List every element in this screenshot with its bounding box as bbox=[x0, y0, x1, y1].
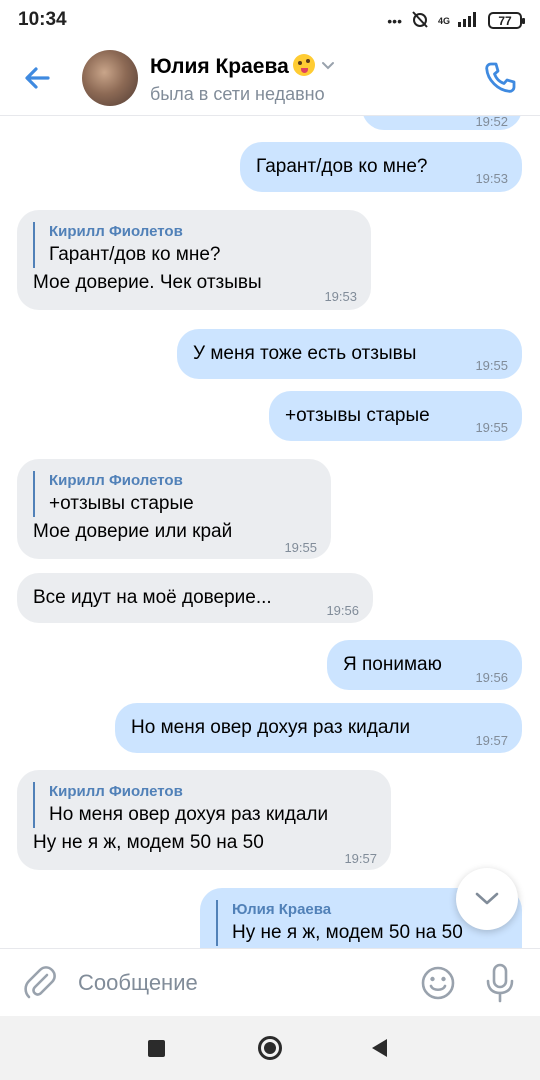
message-composer bbox=[0, 948, 540, 1016]
message-time: 19:57 bbox=[344, 851, 377, 866]
chevron-down-icon bbox=[321, 58, 335, 74]
system-nav-bar bbox=[0, 1016, 540, 1080]
message-time: 19:55 bbox=[475, 420, 508, 435]
call-button[interactable] bbox=[480, 58, 520, 98]
contact-status: была в сети недавно bbox=[150, 84, 325, 104]
reply-text: +отзывы старые bbox=[49, 493, 194, 514]
dots-icon: ••• bbox=[387, 12, 402, 29]
message-bubble-outgoing[interactable]: 19:52 bbox=[362, 116, 522, 130]
status-time: 10:34 bbox=[18, 9, 67, 30]
reply-quote[interactable]: Кирилл Фиолетов +отзывы старые bbox=[33, 471, 194, 517]
reply-text: Но меня овер дохуя раз кидали bbox=[49, 804, 329, 825]
message-text: Но меня овер дохуя раз кидали bbox=[131, 717, 411, 738]
scroll-to-bottom-button[interactable] bbox=[456, 868, 518, 930]
message-text: Я понимаю bbox=[343, 654, 442, 675]
reply-quote[interactable]: Кирилл Фиолетов Но меня овер дохуя раз к… bbox=[33, 782, 328, 828]
alarm-off-icon bbox=[410, 9, 430, 32]
zany-face-emoji-icon bbox=[292, 54, 315, 76]
message-bubble-incoming[interactable]: Все идут на моё доверие... 19:56 bbox=[17, 573, 373, 623]
message-text: Мое доверие. Чек отзывы bbox=[33, 272, 262, 293]
message-bubble-outgoing[interactable]: +отзывы старые 19:55 bbox=[269, 391, 522, 441]
reply-text: Ну не я ж, модем 50 на 50 bbox=[232, 922, 463, 943]
microphone-icon bbox=[486, 963, 514, 1003]
message-time: 19:52 bbox=[475, 116, 508, 129]
back-arrow-icon bbox=[25, 67, 50, 89]
message-bubble-outgoing[interactable]: Но меня овер дохуя раз кидали 19:57 bbox=[115, 703, 522, 753]
avatar[interactable] bbox=[82, 50, 138, 106]
phone-icon bbox=[485, 62, 516, 93]
message-bubble-incoming[interactable]: Кирилл Фиолетов +отзывы старые Мое довер… bbox=[17, 459, 331, 559]
message-bubble-outgoing[interactable]: Я понимаю 19:56 bbox=[327, 640, 522, 690]
message-time: 19:56 bbox=[475, 670, 508, 685]
message-time: 19:53 bbox=[324, 289, 357, 304]
message-input[interactable] bbox=[78, 965, 398, 1001]
message-bubble-outgoing[interactable]: У меня тоже есть отзывы 19:55 bbox=[177, 329, 522, 379]
message-time: 19:56 bbox=[326, 603, 359, 618]
message-time: 19:55 bbox=[284, 540, 317, 555]
message-text: Гарант/дов ко мне? bbox=[256, 156, 428, 177]
message-time: 19:57 bbox=[475, 733, 508, 748]
signal-icon bbox=[458, 11, 480, 30]
reply-author: Кирилл Фиолетов bbox=[49, 223, 183, 240]
attach-button[interactable] bbox=[20, 963, 60, 1003]
status-icons: ••• 4G 77 bbox=[387, 9, 525, 32]
chevron-down-icon bbox=[475, 892, 499, 905]
paperclip-icon bbox=[24, 966, 56, 999]
voice-message-button[interactable] bbox=[480, 961, 520, 1005]
contact-title[interactable]: Юлия Краева bbox=[150, 54, 335, 79]
message-time: 19:55 bbox=[475, 358, 508, 373]
home-button[interactable] bbox=[258, 1036, 282, 1060]
message-text: Ну не я ж, модем 50 на 50 bbox=[33, 832, 264, 853]
message-text: Все идут на моё доверие... bbox=[33, 587, 272, 608]
contact-name: Юлия Краева bbox=[150, 55, 289, 78]
message-bubble-incoming[interactable]: Кирилл Фиолетов Гарант/дов ко мне? Мое д… bbox=[17, 210, 371, 310]
emoji-button[interactable] bbox=[418, 963, 458, 1003]
smile-icon bbox=[421, 966, 455, 1000]
reply-quote[interactable]: Кирилл Фиолетов Гарант/дов ко мне? bbox=[33, 222, 220, 268]
message-text: Мое доверие или край bbox=[33, 521, 233, 542]
message-time: 19:53 bbox=[475, 171, 508, 186]
message-bubble-incoming[interactable]: Кирилл Фиолетов Но меня овер дохуя раз к… bbox=[17, 770, 391, 870]
message-text: +отзывы старые bbox=[285, 405, 430, 426]
system-back-button[interactable] bbox=[372, 1039, 387, 1057]
message-bubble-outgoing[interactable]: Гарант/дов ко мне? 19:53 bbox=[240, 142, 522, 192]
reply-text: Гарант/дов ко мне? bbox=[49, 244, 221, 265]
status-bar: 10:34 ••• 4G 77 bbox=[0, 0, 540, 40]
battery-icon: 77 bbox=[488, 12, 525, 29]
network-label: 4G bbox=[437, 15, 450, 26]
reply-author: Юлия Краева bbox=[232, 901, 332, 918]
reply-author: Кирилл Фиолетов bbox=[49, 783, 183, 800]
reply-quote[interactable]: Юлия Краева Ну не я ж, модем 50 на 50 bbox=[216, 900, 463, 946]
back-button[interactable] bbox=[18, 58, 58, 98]
chat-header: Юлия Краева была в сети недавно bbox=[0, 40, 540, 116]
message-text: У меня тоже есть отзывы bbox=[193, 343, 417, 364]
recents-button[interactable] bbox=[148, 1040, 165, 1057]
message-list[interactable]: 19:52 Гарант/дов ко мне? 19:53 Кирилл Фи… bbox=[0, 116, 540, 948]
reply-author: Кирилл Фиолетов bbox=[49, 472, 183, 489]
